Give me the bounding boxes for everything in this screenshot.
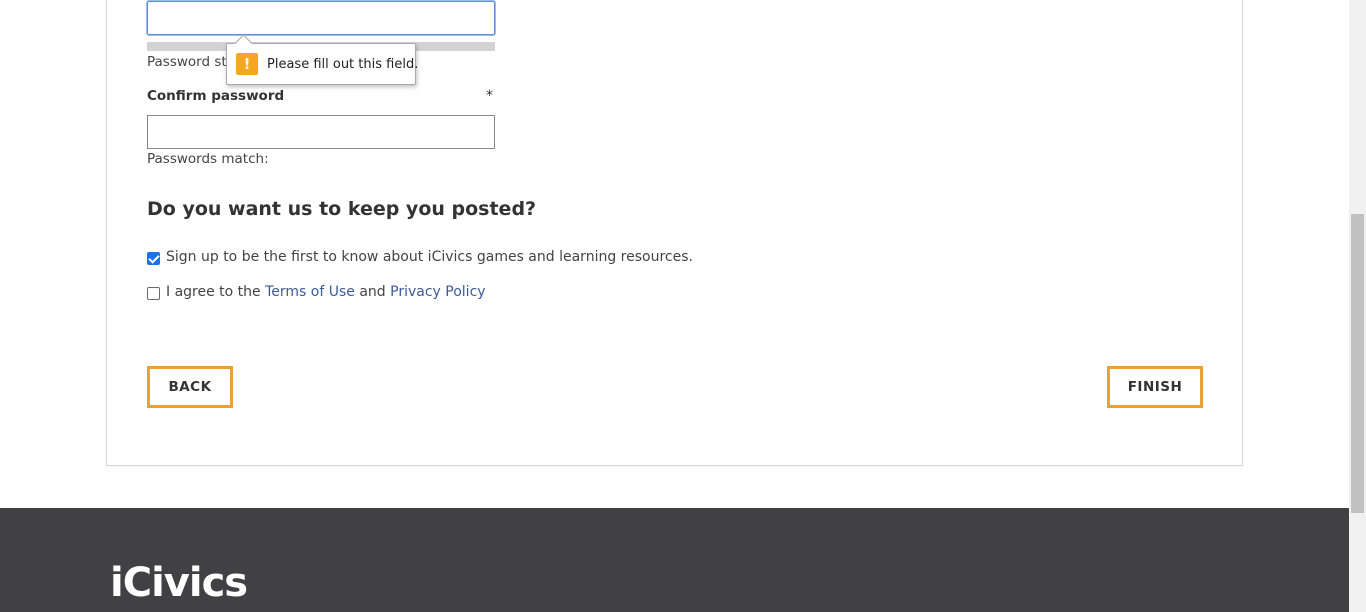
warning-icon: ! (236, 53, 258, 75)
confirm-password-label: Confirm password (147, 88, 285, 104)
icivics-logo[interactable]: iCivics (110, 556, 262, 602)
newsletter-checkbox-label: Sign up to be the first to know about iC… (166, 249, 693, 265)
passwords-match-label: Passwords match: (147, 151, 269, 167)
scrollbar-thumb[interactable] (1351, 214, 1364, 513)
password-input[interactable] (146, 0, 496, 36)
tooltip-text: Please fill out this field. (267, 57, 419, 72)
vertical-scrollbar[interactable] (1349, 0, 1366, 612)
newsletter-checkbox[interactable] (147, 252, 160, 265)
back-button[interactable]: BACK (147, 366, 233, 408)
finish-button[interactable]: FINISH (1107, 366, 1203, 408)
terms-of-use-link[interactable]: Terms of Use (265, 284, 355, 300)
terms-checkbox[interactable] (147, 287, 160, 300)
agree-prefix: I agree to the (166, 284, 261, 300)
agree-and: and (359, 284, 386, 300)
logo-text: iCivics (110, 560, 247, 602)
privacy-policy-link[interactable]: Privacy Policy (390, 284, 485, 300)
required-marker: * (486, 88, 493, 104)
validation-tooltip: ! Please fill out this field. (226, 34, 419, 85)
keep-posted-heading: Do you want us to keep you posted? (147, 198, 537, 220)
terms-checkbox-label: I agree to the Terms of Use and Privacy … (166, 284, 486, 300)
confirm-password-input[interactable] (147, 115, 495, 149)
